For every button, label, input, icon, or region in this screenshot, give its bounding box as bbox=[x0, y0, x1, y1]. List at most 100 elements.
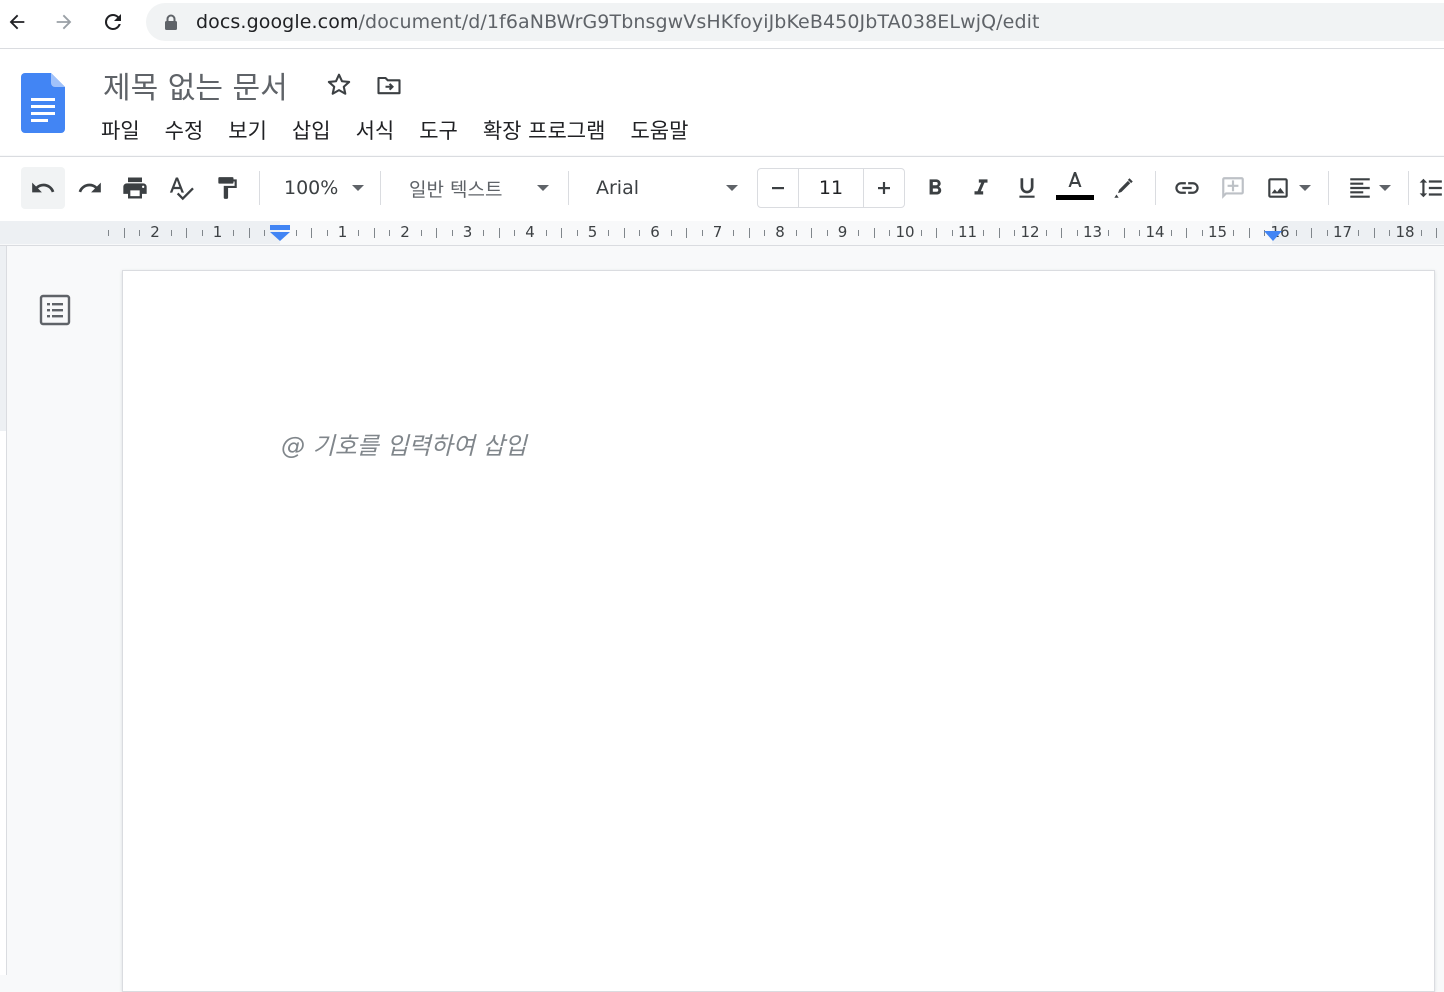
text-color-button[interactable] bbox=[1052, 167, 1098, 209]
minus-icon bbox=[772, 187, 784, 190]
line-spacing-button[interactable] bbox=[1418, 167, 1444, 209]
reload-icon bbox=[104, 13, 121, 30]
address-bar[interactable]: docs.google.com/document/d/1f6aNBWrG9Tbn… bbox=[146, 3, 1444, 41]
ruler-tick bbox=[1201, 230, 1203, 236]
italic-button[interactable] bbox=[960, 167, 1002, 209]
undo-button[interactable] bbox=[21, 167, 65, 209]
right-indent-marker-icon[interactable] bbox=[1263, 230, 1283, 242]
ruler-tick bbox=[373, 228, 375, 238]
back-arrow-icon bbox=[9, 14, 25, 30]
paragraph-style-select[interactable]: 일반 텍스트 bbox=[395, 167, 560, 209]
chevron-down-icon bbox=[352, 185, 365, 191]
horizontal-ruler[interactable]: 2 1 1 2 3 4 5 6 7 8 9 10 11 12 13 14 15 16 17 18 bbox=[0, 221, 1444, 246]
increase-font-size-button[interactable] bbox=[863, 169, 904, 207]
ruler-tick bbox=[983, 230, 985, 236]
font-size-control: 11 bbox=[757, 168, 905, 208]
font-size-input[interactable]: 11 bbox=[798, 169, 864, 207]
ruler-number: 10 bbox=[895, 223, 915, 241]
menu-view[interactable]: 보기 bbox=[228, 115, 267, 145]
ruler-tick bbox=[108, 230, 110, 236]
ruler-number: 5 bbox=[587, 223, 598, 241]
ruler-number: 15 bbox=[1207, 223, 1228, 241]
ruler-tick bbox=[1076, 230, 1078, 236]
ruler-tick bbox=[951, 230, 953, 236]
paint-format-icon bbox=[218, 177, 237, 199]
undo-icon bbox=[32, 182, 55, 193]
star-icon[interactable] bbox=[325, 71, 353, 99]
ruler-number: 3 bbox=[462, 223, 473, 241]
toolbar-divider bbox=[1328, 171, 1329, 205]
back-button[interactable] bbox=[1, 6, 33, 38]
ruler-tick bbox=[186, 228, 188, 238]
font-family-select[interactable]: Arial bbox=[580, 167, 745, 209]
align-button[interactable] bbox=[1340, 167, 1398, 209]
ruler-tick bbox=[1248, 228, 1250, 238]
menu-tools[interactable]: 도구 bbox=[419, 115, 458, 145]
chevron-down-icon bbox=[537, 185, 549, 191]
ruler-tick bbox=[451, 230, 453, 236]
menu-edit[interactable]: 수정 bbox=[165, 115, 204, 145]
bold-button[interactable] bbox=[914, 167, 956, 209]
menu-extensions[interactable]: 확장 프로그램 bbox=[483, 115, 606, 145]
decrease-font-size-button[interactable] bbox=[758, 169, 799, 207]
first-line-indent-marker-icon[interactable] bbox=[269, 224, 291, 242]
url-text[interactable]: docs.google.com/document/d/1f6aNBWrG9Tbn… bbox=[196, 11, 1040, 33]
ruler-number: 4 bbox=[525, 223, 535, 241]
highlight-color-button[interactable] bbox=[1102, 167, 1144, 209]
ruler-tick bbox=[1014, 230, 1016, 236]
underline-button[interactable] bbox=[1006, 167, 1048, 209]
ruler-tick bbox=[123, 228, 125, 238]
spellcheck-button[interactable] bbox=[160, 167, 202, 209]
ruler-tick bbox=[811, 228, 813, 238]
document-title[interactable]: 제목 없는 문서 bbox=[103, 63, 288, 107]
ruler-tick bbox=[483, 230, 485, 236]
google-docs-logo-icon[interactable] bbox=[21, 73, 65, 133]
print-button[interactable] bbox=[114, 167, 156, 209]
ruler-tick bbox=[311, 228, 313, 238]
insert-link-button[interactable] bbox=[1166, 167, 1208, 209]
paragraph-style-value: 일반 텍스트 bbox=[409, 178, 503, 201]
ruler-tick bbox=[295, 230, 297, 236]
menu-help[interactable]: 도움말 bbox=[630, 115, 688, 145]
move-folder-icon[interactable] bbox=[375, 71, 403, 99]
menu-insert[interactable]: 삽입 bbox=[292, 115, 331, 145]
insert-placeholder[interactable]: @ 기호를 입력하여 삽입 bbox=[281, 426, 527, 461]
ruler-tick bbox=[1108, 230, 1110, 236]
spellcheck-icon bbox=[169, 177, 194, 201]
plus-icon bbox=[878, 182, 890, 194]
toolbar-divider bbox=[568, 171, 569, 205]
ruler-tick bbox=[639, 230, 641, 236]
chevron-down-icon bbox=[1379, 185, 1391, 191]
toolbar-divider bbox=[380, 171, 381, 205]
toolbar-divider bbox=[1155, 171, 1156, 205]
document-page[interactable]: @ 기호를 입력하여 삽입 bbox=[122, 270, 1435, 992]
image-icon bbox=[1268, 178, 1288, 198]
ruler-tick bbox=[1389, 230, 1391, 236]
ruler-number: 14 bbox=[1145, 223, 1165, 241]
docs-header: 제목 없는 문서 파일 수정 보기 삽입 서식 도구 확장 프로그램 도움말 bbox=[0, 49, 1444, 155]
insert-image-button[interactable] bbox=[1258, 167, 1318, 209]
forward-button[interactable] bbox=[48, 6, 80, 38]
ruler-tick bbox=[826, 230, 828, 236]
document-outline-icon[interactable] bbox=[39, 294, 71, 326]
ruler-number: 9 bbox=[837, 223, 848, 241]
ruler-tick bbox=[1233, 230, 1235, 236]
menu-file[interactable]: 파일 bbox=[101, 115, 140, 145]
ruler-tick bbox=[561, 228, 563, 238]
menu-format[interactable]: 서식 bbox=[356, 115, 395, 145]
link-icon bbox=[1175, 182, 1199, 194]
ruler-tick bbox=[170, 230, 172, 236]
ruler-tick bbox=[670, 230, 672, 236]
ruler-tick bbox=[1373, 228, 1375, 238]
chevron-down-icon bbox=[1299, 185, 1311, 191]
vertical-ruler bbox=[0, 246, 7, 975]
ruler-tick bbox=[498, 228, 500, 238]
toolbar-divider bbox=[1408, 171, 1409, 205]
zoom-select[interactable]: 100% bbox=[270, 167, 370, 209]
redo-button[interactable] bbox=[69, 167, 111, 209]
ruler-number: 12 bbox=[1020, 223, 1040, 241]
reload-button[interactable] bbox=[97, 6, 129, 38]
paint-format-button[interactable] bbox=[206, 167, 248, 209]
add-comment-button[interactable] bbox=[1212, 167, 1254, 209]
ruler-tick bbox=[326, 230, 328, 236]
